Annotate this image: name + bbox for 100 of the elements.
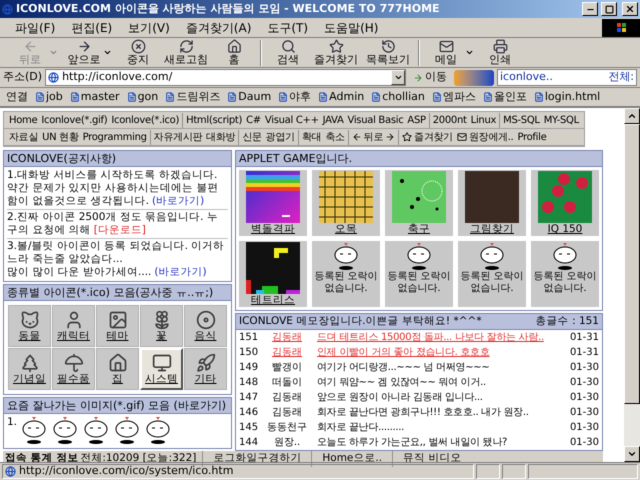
favorite-link[interactable]: 엠파스 (432, 88, 476, 106)
nav-link[interactable]: Visual C++ (264, 112, 319, 128)
nav-link[interactable]: Iconlove(*.gif) (41, 112, 108, 128)
game-tile[interactable]: 그림찾기 (458, 170, 526, 236)
post-text[interactable]: 여기 뭐얌~~ 겜 있잖여~~ 뭐여 이거.. (313, 375, 565, 390)
favorite-link[interactable]: chollian (371, 88, 425, 106)
favorite-link[interactable]: Admin (318, 88, 364, 106)
nav-link[interactable]: UN 현황 (42, 130, 79, 144)
scroll-down-button[interactable] (624, 446, 640, 462)
nav-link[interactable]: 원장에게.. (456, 130, 514, 144)
post-text[interactable]: 회자로 끝난다......... (313, 420, 565, 435)
category-button[interactable]: 캐릭터 (52, 305, 95, 347)
menu-item[interactable]: 도움말(H) (317, 18, 386, 36)
toolbar-button[interactable]: 중지 (116, 39, 160, 66)
game-link[interactable]: IQ 150 (548, 223, 582, 235)
favorite-link[interactable]: gon (126, 88, 158, 106)
category-button[interactable]: 동물 (8, 305, 51, 347)
nav-link[interactable]: Profile (517, 130, 546, 144)
post-author[interactable]: 원장.. (261, 435, 313, 450)
nav-link[interactable]: Visual Basic (348, 112, 404, 128)
nav-link[interactable]: MY-SQL (544, 112, 579, 128)
scroll-up-button[interactable] (624, 108, 640, 124)
post-text[interactable]: 인제 이빨이 거의 좋아 졌습니다. 호호호 (313, 345, 565, 360)
game-link[interactable]: 축구 (408, 223, 430, 235)
toolbar-button[interactable]: 목록보기 (362, 39, 414, 66)
shortcut-link[interactable]: (바로가기) (154, 266, 207, 278)
footer-link[interactable]: 뮤직 비디오 (392, 451, 472, 467)
favorite-link[interactable]: 올인포 (482, 88, 527, 106)
game-tile[interactable]: IQ 150 (531, 170, 599, 236)
favorite-link[interactable]: Daum (227, 88, 272, 106)
category-button[interactable]: 기념일 (8, 348, 51, 390)
category-button[interactable]: 시스템 (140, 348, 183, 390)
nav-link[interactable]: 확대 (302, 130, 322, 144)
menu-item[interactable]: 도구(T) (260, 18, 316, 36)
category-button[interactable]: 꽃 (140, 305, 183, 347)
category-button[interactable]: 필수품 (52, 348, 95, 390)
post-author[interactable]: 동동천구 (261, 420, 313, 435)
toolbar-button[interactable]: 검색 (266, 39, 310, 66)
nav-link[interactable]: 신문 (242, 130, 262, 144)
category-button[interactable]: 기타 (184, 348, 227, 390)
nav-link[interactable]: Home (9, 112, 38, 128)
nav-link[interactable]: Iconlove(*.ico) (111, 112, 180, 128)
nav-link[interactable]: JAVA (322, 112, 344, 128)
post-text[interactable]: 회자로 끝난다면 광희구나!!! 호호호.. 내가 원장.. (313, 405, 565, 420)
post-author[interactable]: 떠돌이 (261, 375, 313, 390)
favorite-link[interactable]: login.html (534, 88, 600, 106)
game-link[interactable]: 테트리스 (251, 294, 295, 306)
nav-link[interactable]: 즐겨찾기 (402, 130, 453, 144)
game-link[interactable]: 그림찾기 (470, 223, 514, 235)
toolbar-button[interactable]: 인쇄 (478, 39, 522, 66)
menu-item[interactable]: 파일(F) (8, 18, 62, 36)
category-button[interactable]: 테마 (96, 305, 139, 347)
toolbar-button[interactable]: 메일 (424, 39, 478, 66)
search-field[interactable]: iconlove.. 전체: (497, 69, 637, 86)
maximize-button[interactable] (601, 2, 617, 16)
nav-link[interactable]: Linux (470, 112, 496, 128)
nav-link[interactable]: 뒤로 (352, 130, 396, 144)
toolbar-button[interactable]: 홈 (212, 39, 256, 66)
game-tile[interactable]: 오목 (312, 170, 380, 236)
post-author[interactable]: 빨갱이 (261, 360, 313, 375)
favorite-link[interactable]: 드림위즈 (165, 88, 220, 106)
post-author[interactable]: 김동래 (261, 345, 313, 360)
game-tile[interactable]: 축구 (385, 170, 453, 236)
minimize-button[interactable] (582, 2, 598, 16)
nav-link[interactable]: 2000nt (432, 112, 467, 128)
post-text[interactable]: 오늘도 하루가 가는군요,, 벌써 내일이 됐나? (313, 435, 565, 450)
favorite-link[interactable]: job (35, 88, 63, 106)
post-author[interactable]: 김동래 (261, 390, 313, 405)
game-link[interactable]: 오목 (335, 223, 357, 235)
dropdown-caret-icon[interactable] (394, 73, 402, 82)
menu-item[interactable]: 보기(V) (121, 18, 177, 36)
nav-link[interactable]: C# (246, 112, 261, 128)
game-tile[interactable]: 테트리스 (239, 241, 307, 307)
footer-link[interactable]: Home으로.. (311, 451, 392, 467)
toolbar-button[interactable]: 새로고침 (160, 39, 212, 66)
nav-link[interactable]: MS-SQL (503, 112, 540, 128)
scrollbar-thumb[interactable] (624, 124, 640, 404)
download-link[interactable]: [다운로드] (94, 224, 146, 236)
nav-link[interactable]: 자료실 (9, 130, 38, 144)
nav-link[interactable]: Html(script) (186, 112, 242, 128)
post-author[interactable]: 김동래 (261, 330, 313, 345)
go-button[interactable]: 이동 (409, 69, 451, 86)
game-link[interactable]: 벽돌격파 (251, 223, 295, 235)
nav-link[interactable]: 대화방 (206, 130, 236, 144)
post-text[interactable]: 앞으로 원장이 아니라 김동래 입니다... (313, 390, 565, 405)
nav-link[interactable]: 광엽기 (266, 130, 295, 144)
game-tile[interactable]: 벽돌격파 (239, 170, 307, 236)
menu-item[interactable]: 편집(E) (64, 18, 120, 36)
scrollbar[interactable] (624, 108, 640, 462)
address-field[interactable]: http://iconlove.com/ (45, 69, 406, 86)
nav-link[interactable]: 자유게시판 (154, 130, 202, 144)
shortcut-link[interactable]: (바로가기) (152, 195, 204, 207)
close-button[interactable] (622, 2, 638, 16)
menu-item[interactable]: 즐겨찾기(A) (178, 18, 258, 36)
footer-link[interactable]: 로그화일구경하기 (202, 451, 312, 467)
favorite-link[interactable]: 야후 (278, 88, 312, 106)
toolbar-button[interactable]: 즐겨찾기 (310, 39, 362, 66)
category-button[interactable]: 집 (96, 348, 139, 390)
post-text[interactable]: 드뎌 테트리스 15000점 돌파... 나보다 잘하는 사람.. (313, 330, 565, 345)
toolbar-button[interactable]: 앞으로 (62, 39, 116, 66)
